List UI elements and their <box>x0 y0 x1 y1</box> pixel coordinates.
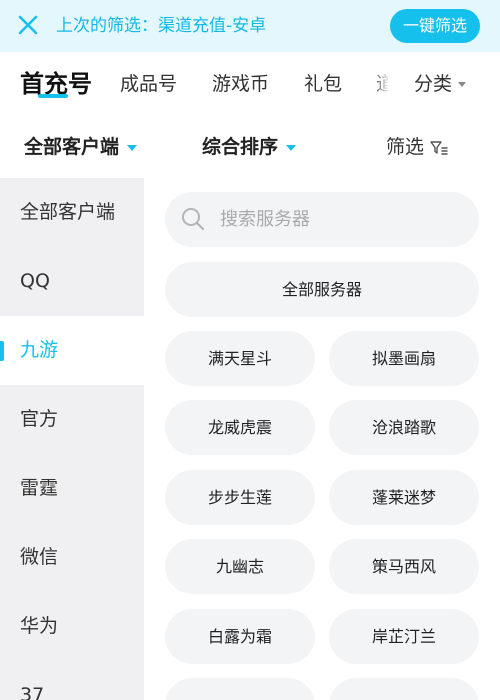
category-label: 分类 <box>414 73 453 95</box>
sidebar-item-label: 雷霆 <box>20 477 59 499</box>
server-search-box[interactable] <box>165 192 479 247</box>
sidebar-item-wechat[interactable]: 微信 <box>0 523 144 592</box>
close-icon[interactable] <box>16 13 40 37</box>
tab-game-coin[interactable]: 游戏币 <box>212 52 269 116</box>
sidebar-item-qq[interactable]: QQ <box>0 247 144 316</box>
sort-dropdown[interactable]: 综合排序 <box>202 116 297 178</box>
server-option[interactable]: 策马西风 <box>329 539 479 594</box>
server-option-partial[interactable] <box>329 678 479 700</box>
client-filter-dropdown[interactable]: 全部客户端 <box>24 116 138 178</box>
last-filter-banner: 上次的筛选：渠道充值-安卓 一键筛选 <box>0 0 500 52</box>
sidebar-item-official[interactable]: 官方 <box>0 385 144 454</box>
sidebar-item-label: 全部客户端 <box>20 201 116 223</box>
tabs-fade-overlay <box>372 52 390 116</box>
sidebar-item-jiuyou[interactable]: 九游 <box>0 316 144 385</box>
all-servers-button[interactable]: 全部服务器 <box>165 262 479 317</box>
tab-finished-account[interactable]: 成品号 <box>120 52 177 116</box>
tabs-scroll[interactable]: 首充号 成品号 游戏币 礼包 道 <box>0 52 388 116</box>
server-option[interactable]: 蓬莱迷梦 <box>329 470 479 525</box>
last-filter-text: 上次的筛选：渠道充值-安卓 <box>56 16 267 36</box>
sidebar-item-label: 37 <box>20 684 45 700</box>
category-dropdown[interactable]: 分类 <box>414 52 467 116</box>
active-tab-indicator <box>38 94 68 98</box>
search-icon <box>182 208 205 231</box>
filter-label: 筛选 <box>386 136 425 158</box>
chevron-down-icon <box>458 82 467 87</box>
tab-first-charge[interactable]: 首充号 <box>20 52 92 116</box>
server-option[interactable]: 岸芷汀兰 <box>329 609 479 664</box>
sidebar-item-label: QQ <box>20 270 50 292</box>
sidebar-item-label: 九游 <box>20 339 59 361</box>
tab-gift-pack[interactable]: 礼包 <box>304 52 342 116</box>
sidebar-item-huawei[interactable]: 华为 <box>0 592 144 661</box>
server-option[interactable]: 白露为霜 <box>165 609 315 664</box>
server-search-input[interactable] <box>220 192 460 247</box>
sidebar-item-leiting[interactable]: 雷霆 <box>0 454 144 523</box>
sidebar-item-label: 微信 <box>20 546 59 568</box>
server-panel[interactable]: 全部服务器 满天星斗 拟墨画扇 龙威虎震 沧浪踏歌 步步生莲 蓬莱迷梦 九幽志 … <box>144 178 500 700</box>
filter-button[interactable]: 筛选 <box>386 116 448 178</box>
server-option[interactable]: 沧浪踏歌 <box>329 400 479 455</box>
sidebar-item-37[interactable]: 37 <box>0 661 144 700</box>
active-item-indicator <box>0 341 4 361</box>
client-sidebar[interactable]: 全部客户端 QQ 九游 官方 雷霆 微信 华为 37 <box>0 178 144 700</box>
server-option[interactable]: 拟墨画扇 <box>329 331 479 386</box>
server-option-partial[interactable] <box>165 678 315 700</box>
client-filter-label: 全部客户端 <box>24 136 120 158</box>
caret-down-icon <box>127 144 138 151</box>
server-option[interactable]: 满天星斗 <box>165 331 315 386</box>
server-option[interactable]: 九幽志 <box>165 539 315 594</box>
sidebar-item-label: 官方 <box>20 408 59 430</box>
one-click-filter-button[interactable]: 一键筛选 <box>390 9 480 43</box>
sidebar-item-label: 华为 <box>20 615 59 637</box>
caret-down-icon <box>286 144 297 151</box>
funnel-icon <box>430 140 448 155</box>
sidebar-item-all-clients[interactable]: 全部客户端 <box>0 178 144 247</box>
server-option[interactable]: 龙威虎震 <box>165 400 315 455</box>
server-option[interactable]: 步步生莲 <box>165 470 315 525</box>
filter-bar: 全部客户端 综合排序 筛选 <box>0 116 500 178</box>
sort-label: 综合排序 <box>202 136 279 158</box>
